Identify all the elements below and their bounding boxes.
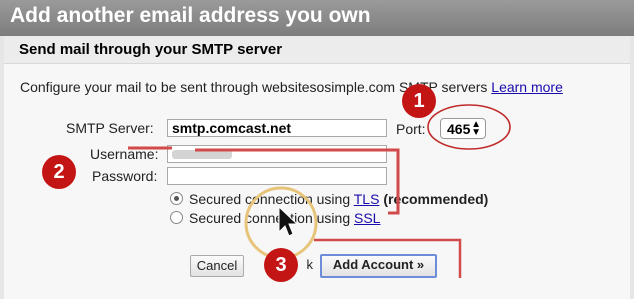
annotation-overlay (128, 104, 511, 278)
step-2-badge: 2 (42, 155, 76, 189)
step-3-badge: 3 (264, 248, 298, 282)
mouse-cursor-icon (278, 205, 299, 237)
port-highlight-circle (427, 104, 511, 150)
bracket-mark (195, 148, 400, 215)
button-bracket-mark (314, 238, 462, 278)
step-1-badge: 1 (402, 84, 436, 118)
